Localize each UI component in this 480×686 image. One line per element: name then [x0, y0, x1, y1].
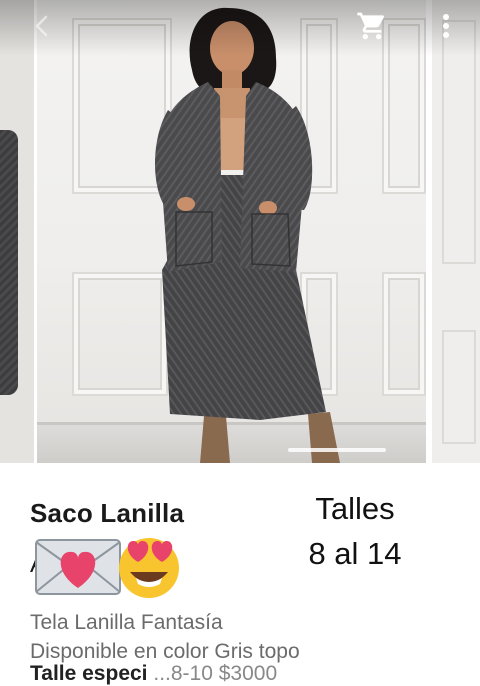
toolbar-overlay — [0, 0, 480, 56]
sizes-heading: Talles — [315, 491, 395, 526]
price-value: ...8-10 $3000 — [153, 662, 278, 685]
previous-photo-fabric — [0, 130, 18, 395]
more-vertical-icon[interactable] — [434, 10, 458, 42]
product-title: Saco Lanilla — [30, 498, 185, 528]
sizes-label: Talles 8 al 14 — [290, 486, 420, 576]
model-figure — [155, 7, 340, 463]
emoji-row — [35, 538, 179, 598]
heart-eyes-icon — [119, 538, 179, 598]
page-indicator — [288, 448, 386, 452]
product-photo-carousel[interactable] — [0, 0, 480, 463]
wall-panel — [442, 330, 476, 444]
wall-panel — [442, 20, 476, 264]
product-description: Tela Lanilla Fantasía Disponible en colo… — [30, 608, 300, 666]
sizes-range: 8 al 14 — [308, 536, 402, 571]
description-line-fabric: Tela Lanilla Fantasía — [30, 611, 223, 634]
price-line: Talle especi ...8-10 $3000 — [30, 662, 277, 686]
envelope-with-heart-icon — [35, 539, 121, 595]
cart-icon[interactable] — [356, 10, 388, 42]
next-photo-edge[interactable] — [426, 0, 480, 463]
previous-photo-edge[interactable] — [0, 0, 37, 463]
price-label: Talle especi — [30, 662, 148, 685]
back-arrow-icon[interactable] — [28, 12, 56, 40]
